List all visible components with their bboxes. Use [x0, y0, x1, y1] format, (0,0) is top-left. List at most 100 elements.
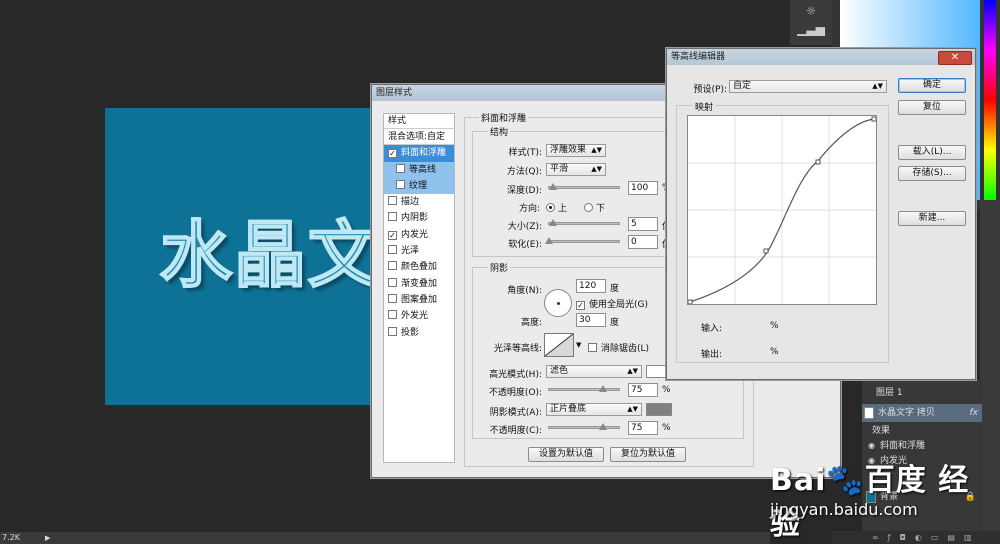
- depth-label: 深度(D):: [507, 186, 542, 196]
- layer-group-1[interactable]: 图层 1: [862, 384, 982, 402]
- ok-button[interactable]: 确定: [898, 78, 966, 93]
- save-button[interactable]: 存储(S)...: [898, 166, 966, 181]
- checkbox[interactable]: [388, 245, 397, 255]
- contour-editor-titlebar[interactable]: 等高线编辑器: [667, 49, 975, 65]
- checkbox[interactable]: [396, 179, 405, 189]
- global-light-checkbox[interactable]: ✓ 使用全局光(G): [576, 297, 648, 310]
- checkbox[interactable]: [388, 196, 397, 206]
- style-label: 外发光: [401, 311, 429, 322]
- style-item-outer-glow[interactable]: 外发光: [384, 308, 454, 324]
- checkbox[interactable]: [388, 261, 397, 271]
- style-label: 斜面和浮雕: [401, 148, 447, 159]
- style-item-inner-glow[interactable]: ✓ 内发光: [384, 227, 454, 243]
- size-slider[interactable]: [548, 219, 620, 226]
- style-item-inner-shadow[interactable]: 内阴影: [384, 210, 454, 226]
- soften-slider[interactable]: [545, 237, 620, 244]
- angle-input[interactable]: 120: [576, 279, 606, 293]
- checkbox[interactable]: [388, 212, 397, 222]
- slider-thumb[interactable]: [549, 183, 557, 190]
- checkbox[interactable]: ✓: [388, 230, 397, 240]
- highlight-opacity-slider[interactable]: [548, 385, 620, 392]
- slider-thumb[interactable]: [549, 219, 557, 226]
- style-label: 图案叠加: [401, 294, 438, 305]
- styles-list: 样式 混合选项:自定 ✓ 斜面和浮雕 等高线 纹理 描边 内阴影 ✓ 内发光 光泽 …: [383, 113, 455, 463]
- checkbox[interactable]: [388, 326, 397, 336]
- curve-point[interactable]: [763, 248, 769, 254]
- direction-down-radio[interactable]: 下: [584, 201, 605, 214]
- radio-button[interactable]: [546, 203, 555, 212]
- preset-select[interactable]: 自定 ▲▼: [729, 80, 887, 93]
- new-button[interactable]: 新建...: [898, 211, 966, 226]
- gloss-contour-thumbnail[interactable]: [544, 333, 574, 357]
- style-item-drop-shadow[interactable]: 投影: [384, 325, 454, 341]
- checkbox[interactable]: [588, 343, 597, 352]
- slider-thumb[interactable]: [545, 237, 553, 244]
- depth-slider[interactable]: [548, 183, 620, 190]
- reset-button[interactable]: 复位: [898, 100, 966, 115]
- checkbox[interactable]: [388, 277, 397, 287]
- bevel-style-select[interactable]: 浮雕效果 ▲▼: [546, 144, 606, 157]
- angle-dial[interactable]: [544, 289, 572, 317]
- dropdown-arrow-icon: ▲▼: [627, 405, 638, 413]
- curve-point[interactable]: [687, 299, 693, 305]
- antialias-checkbox[interactable]: 消除锯齿(L): [588, 341, 649, 354]
- checkbox[interactable]: [396, 163, 405, 173]
- style-item-stroke[interactable]: 描边: [384, 194, 454, 210]
- angle-label: 角度(N):: [507, 286, 542, 296]
- set-default-button[interactable]: 设置为默认值: [528, 447, 604, 462]
- altitude-input[interactable]: 30: [576, 313, 606, 327]
- shadow-opacity-slider[interactable]: [548, 423, 620, 430]
- style-item-satin[interactable]: 光泽: [384, 243, 454, 259]
- radio-button[interactable]: [584, 203, 593, 212]
- style-item-bevel[interactable]: ✓ 斜面和浮雕: [384, 145, 454, 162]
- shadow-opacity-input[interactable]: 75: [628, 421, 658, 435]
- slider-thumb[interactable]: [599, 385, 607, 392]
- status-menu-arrow-icon[interactable]: ▶: [45, 532, 50, 544]
- style-label: 等高线: [409, 164, 437, 175]
- shadow-mode-select[interactable]: 正片叠底 ▲▼: [546, 403, 642, 416]
- status-bar: 7.2K ▶: [0, 532, 770, 544]
- document-canvas[interactable]: 水晶文字: [105, 108, 455, 405]
- size-label: 大小(Z):: [507, 222, 542, 232]
- method-select[interactable]: 平滑 ▲▼: [546, 163, 606, 176]
- checkbox[interactable]: ✓: [388, 149, 397, 159]
- contour-curve-graph[interactable]: [687, 116, 877, 305]
- load-button[interactable]: 载入(L)...: [898, 145, 966, 160]
- angle-dot: [557, 302, 560, 305]
- zoom-readout: 7.2K: [2, 533, 20, 542]
- checkbox[interactable]: [388, 310, 397, 320]
- direction-up-radio[interactable]: 上: [546, 201, 567, 214]
- layer-text-copy[interactable]: 水晶文字 拷贝 fx: [862, 404, 982, 422]
- checkbox[interactable]: ✓: [576, 301, 585, 310]
- style-item-texture[interactable]: 纹理: [384, 177, 454, 195]
- style-item-color-overlay[interactable]: 颜色叠加: [384, 259, 454, 275]
- preset-label: 预设(P):: [693, 85, 727, 95]
- altitude-label: 高度:: [520, 318, 542, 328]
- select-value: 自定: [733, 81, 752, 91]
- style-item-contour[interactable]: 等高线: [384, 161, 454, 178]
- reset-default-button[interactable]: 复位为默认值: [610, 447, 686, 462]
- size-input[interactable]: 5: [628, 217, 658, 231]
- style-item-gradient-overlay[interactable]: 渐变叠加: [384, 276, 454, 292]
- style-item-pattern-overlay[interactable]: 图案叠加: [384, 292, 454, 308]
- contour-curve-area[interactable]: [687, 115, 877, 305]
- highlight-mode-select[interactable]: 滤色 ▲▼: [546, 365, 642, 378]
- fx-badge[interactable]: fx: [970, 404, 979, 422]
- highlight-opacity-input[interactable]: 75: [628, 383, 658, 397]
- histogram-icon[interactable]: ▁▃▅: [790, 22, 832, 36]
- sun-adjustments-icon[interactable]: ☼: [790, 4, 832, 18]
- close-button[interactable]: ✕: [938, 51, 972, 65]
- style-label: 颜色叠加: [401, 262, 438, 273]
- styles-header[interactable]: 样式: [384, 114, 454, 129]
- slider-thumb[interactable]: [599, 423, 607, 430]
- soften-input[interactable]: 0: [628, 235, 658, 249]
- checkbox[interactable]: [388, 293, 397, 303]
- shadow-color-swatch[interactable]: [646, 403, 672, 416]
- hue-slider[interactable]: [984, 0, 996, 200]
- blend-options-item[interactable]: 混合选项:自定: [384, 129, 454, 146]
- dropdown-arrow-icon: ▲▼: [591, 146, 602, 154]
- curve-point[interactable]: [815, 159, 821, 165]
- curve-point[interactable]: [871, 116, 877, 122]
- depth-input[interactable]: 100: [628, 181, 658, 195]
- contour-dropdown-icon[interactable]: ▼: [576, 341, 581, 349]
